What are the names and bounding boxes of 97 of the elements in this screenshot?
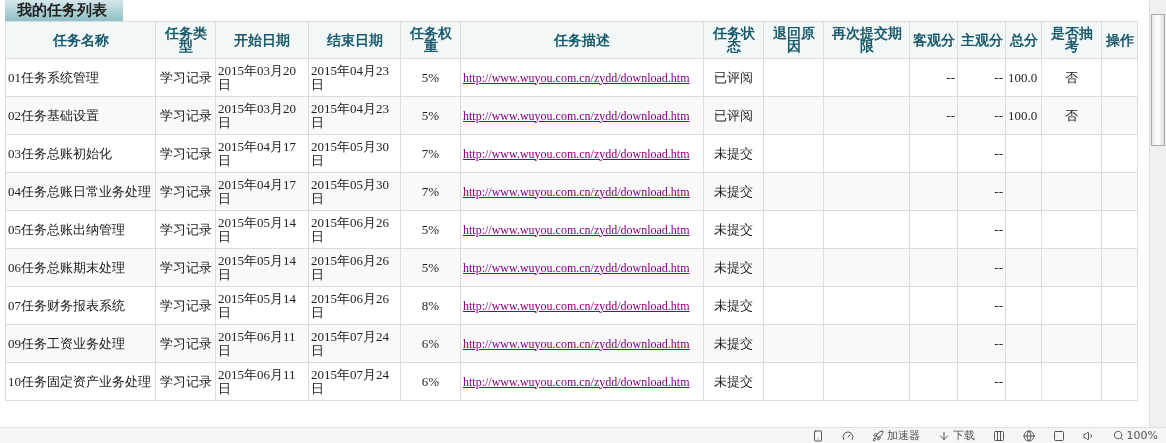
task-type: 学习记录 [155,324,216,363]
end-date: 2015年07月24日 [308,324,401,363]
task-weight: 5% [400,248,461,287]
end-date: 2015年07月24日 [308,362,401,401]
spot-check: 否 [1041,58,1102,97]
start-date: 2015年03月20日 [215,96,309,135]
column-header: 客观分 [909,21,958,59]
subjective-score: -- [957,172,1006,211]
volume-icon[interactable] [1082,429,1095,442]
task-status: 已评阅 [703,58,764,97]
scrollbar[interactable] [1149,0,1166,427]
spot-check: 否 [1041,96,1102,135]
task-status: 未提交 [703,134,764,173]
subjective-score: -- [957,286,1006,325]
task-weight: 6% [400,362,461,401]
task-type: 学习记录 [155,134,216,173]
task-status: 未提交 [703,248,764,287]
start-date: 2015年03月20日 [215,58,309,97]
start-date: 2015年05月14日 [215,210,309,249]
start-date: 2015年04月17日 [215,172,309,211]
column-header: 任务类型 [155,21,216,59]
task-weight: 6% [400,324,461,363]
task-weight: 8% [400,286,461,325]
task-status: 未提交 [703,286,764,325]
task-weight: 7% [400,172,461,211]
column-header: 操作 [1101,21,1138,59]
accelerator-button[interactable]: 加速器 [871,428,920,443]
search-icon [1112,430,1124,441]
column-header: 再次提交期限 [823,21,910,59]
task-name: 01任务系统管理 [5,58,156,97]
start-date: 2015年04月17日 [215,134,309,173]
total-score: 100.0 [1005,96,1042,135]
section-title: 我的任务列表 [5,0,123,21]
window-icon[interactable] [1052,429,1065,442]
zoom-button[interactable]: 100% [1112,429,1158,442]
task-weight: 5% [400,96,461,135]
start-date: 2015年06月11日 [215,362,309,401]
task-status: 未提交 [703,362,764,401]
subjective-score: -- [957,210,1006,249]
task-weight: 5% [400,58,461,97]
globe-icon[interactable] [1022,429,1035,442]
column-header: 任务名称 [5,21,156,59]
column-header: 主观分 [957,21,1006,59]
task-name: 09任务工资业务处理 [5,324,156,363]
column-header: 是否抽考 [1041,21,1102,59]
column-header: 总分 [1005,21,1042,59]
subjective-score: -- [957,248,1006,287]
end-date: 2015年06月26日 [308,210,401,249]
task-name: 07任务财务报表系统 [5,286,156,325]
task-type: 学习记录 [155,172,216,211]
total-score: 100.0 [1005,58,1042,97]
gauge-icon[interactable] [841,429,854,442]
start-date: 2015年06月11日 [215,324,309,363]
task-type: 学习记录 [155,210,216,249]
column-header: 任务状态 [703,21,764,59]
subjective-score: -- [957,58,1006,97]
end-date: 2015年04月23日 [308,58,401,97]
task-type: 学习记录 [155,286,216,325]
task-type: 学习记录 [155,362,216,401]
column-header: 退回原因 [763,21,824,59]
task-weight: 5% [400,210,461,249]
download-button[interactable]: 下载 [937,428,975,443]
end-date: 2015年06月26日 [308,286,401,325]
task-name: 03任务总账初始化 [5,134,156,173]
arrow-down-icon [937,429,950,442]
subjective-score: -- [957,96,1006,135]
phone-icon[interactable] [811,429,824,442]
subjective-score: -- [957,362,1006,401]
task-type: 学习记录 [155,58,216,97]
task-type: 学习记录 [155,96,216,135]
end-date: 2015年05月30日 [308,134,401,173]
objective-score: -- [909,96,958,135]
task-status: 未提交 [703,210,764,249]
task-status: 已评阅 [703,96,764,135]
column-header: 开始日期 [215,21,309,59]
task-name: 02任务基础设置 [5,96,156,135]
end-date: 2015年04月23日 [308,96,401,135]
task-status: 未提交 [703,324,764,363]
columns-icon[interactable] [992,429,1005,442]
task-weight: 7% [400,134,461,173]
end-date: 2015年05月30日 [308,172,401,211]
task-name: 10任务固定资产业务处理 [5,362,156,401]
column-header: 结束日期 [308,21,401,59]
task-name: 05任务总账出纳管理 [5,210,156,249]
task-status: 未提交 [703,172,764,211]
subjective-score: -- [957,324,1006,363]
start-date: 2015年05月14日 [215,286,309,325]
start-date: 2015年05月14日 [215,248,309,287]
subjective-score: -- [957,134,1006,173]
task-name: 06任务总账期末处理 [5,248,156,287]
end-date: 2015年06月26日 [308,248,401,287]
rocket-icon [871,429,884,442]
column-header: 任务权重 [400,21,461,59]
task-type: 学习记录 [155,248,216,287]
objective-score: -- [909,58,958,97]
column-header: 任务描述 [460,21,704,59]
task-name: 04任务总账日常业务处理 [5,172,156,211]
